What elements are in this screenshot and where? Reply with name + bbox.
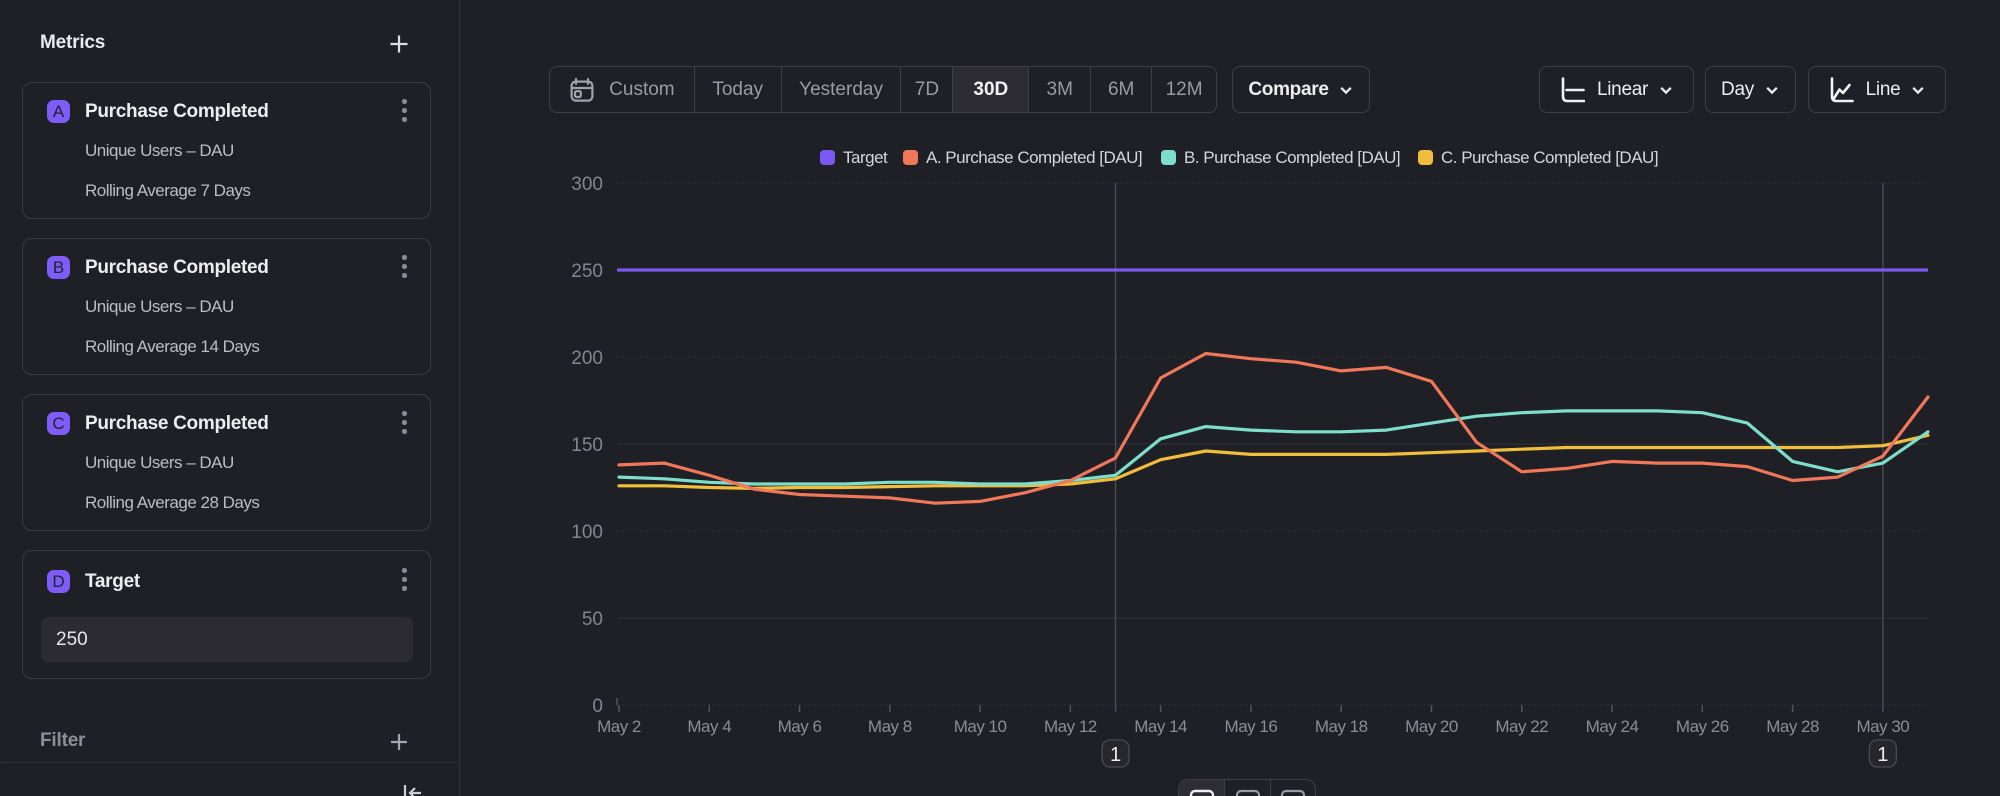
svg-text:May 12: May 12 <box>1044 717 1097 736</box>
svg-text:300: 300 <box>571 174 603 195</box>
svg-text:May 26: May 26 <box>1676 717 1729 736</box>
svg-text:May 18: May 18 <box>1315 717 1368 736</box>
svg-text:May 2: May 2 <box>597 717 641 736</box>
svg-text:150: 150 <box>571 435 603 456</box>
svg-text:May 20: May 20 <box>1405 717 1458 736</box>
svg-text:May 8: May 8 <box>868 717 912 736</box>
svg-text:May 24: May 24 <box>1586 717 1639 736</box>
svg-text:May 10: May 10 <box>954 717 1007 736</box>
svg-text:May 4: May 4 <box>687 717 731 736</box>
svg-text:May 6: May 6 <box>778 717 822 736</box>
svg-text:May 16: May 16 <box>1225 717 1278 736</box>
svg-text:1: 1 <box>1877 744 1888 766</box>
svg-text:May 14: May 14 <box>1134 717 1187 736</box>
svg-text:1: 1 <box>1110 744 1121 766</box>
svg-text:200: 200 <box>571 348 603 369</box>
svg-text:May 22: May 22 <box>1495 717 1548 736</box>
svg-text:May 28: May 28 <box>1766 717 1819 736</box>
svg-text:0: 0 <box>592 696 603 717</box>
svg-text:50: 50 <box>582 609 603 630</box>
svg-text:250: 250 <box>571 261 603 282</box>
svg-text:May 30: May 30 <box>1856 717 1909 736</box>
svg-text:100: 100 <box>571 522 603 543</box>
